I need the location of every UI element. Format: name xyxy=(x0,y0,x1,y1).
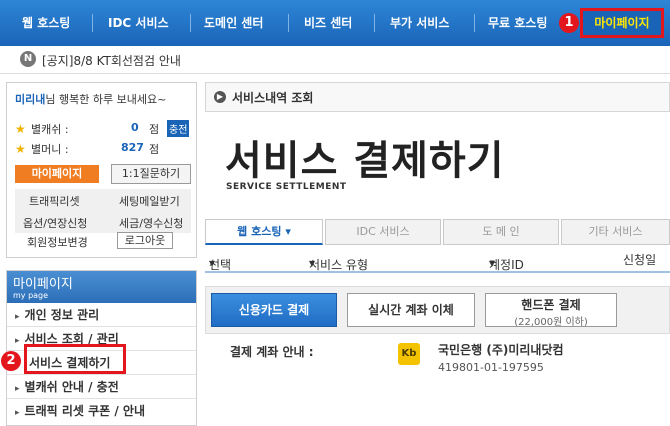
phone-payment-label: 핸드폰 결제 xyxy=(521,298,581,312)
menu-item-label: 트래픽 리셋 쿠폰 / 안내 xyxy=(24,404,145,418)
notice-text[interactable]: [공지]8/8 KT회선점검 안내 xyxy=(42,52,181,69)
nav-addon-service[interactable]: 부가 서비스 xyxy=(390,0,449,46)
mypage-menu-title: 마이페이지 xyxy=(13,277,73,292)
nav-divider xyxy=(474,14,475,32)
page-subtitle: SERVICE SETTLEMENT xyxy=(226,182,347,192)
link-profile-edit[interactable]: 회원정보변경 xyxy=(27,234,88,250)
chevron-down-icon: ▾ xyxy=(285,225,291,238)
breadcrumb: ▶ 서비스내역 조회 xyxy=(205,82,670,112)
star-money-value: 827 xyxy=(121,141,144,154)
account-info-label: 결제 계좌 안내 : xyxy=(230,345,314,359)
chevron-down-icon: ▾ xyxy=(309,256,316,270)
callout-badge-1: 1 xyxy=(559,13,579,33)
play-icon: ▶ xyxy=(214,91,226,103)
quick-links: 트래픽리셋 세팅메일받기 옵션/연장신청 세금/영수신청 xyxy=(15,189,191,233)
menu-item-star-cash[interactable]: ▸ 별캐쉬 안내 / 충전 xyxy=(7,375,196,399)
star-money-unit: 점 xyxy=(149,143,160,156)
callout-badge-2: 2 xyxy=(1,351,21,371)
nav-domain-center[interactable]: 도메인 센터 xyxy=(204,0,263,46)
user-name: 미리내 xyxy=(15,93,46,106)
col-apply-date[interactable]: 신청일 xyxy=(623,251,656,268)
notice-bar: N [공지]8/8 KT회선점검 안내 xyxy=(0,46,670,74)
star-cash-row: ★ 별캐쉬 : 0 점 충전 xyxy=(15,120,195,137)
menu-item-traffic-coupon[interactable]: ▸ 트래픽 리셋 쿠폰 / 안내 xyxy=(7,399,196,423)
payment-options: 신용카드 결제 실시간 계좌 이체 핸드폰 결제 (22,000원 이하) xyxy=(205,286,670,334)
phone-payment-note: (22,000원 이하) xyxy=(514,317,588,328)
breadcrumb-text: 서비스내역 조회 xyxy=(232,91,314,105)
star-cash-value: 0 xyxy=(131,121,139,134)
star-money-label: 별머니 : xyxy=(31,143,69,156)
logout-button[interactable]: 로그아웃 xyxy=(117,232,173,249)
arrow-right-icon: ▸ xyxy=(15,384,20,394)
mypage-menu-subtitle: my page xyxy=(13,291,49,300)
star-cash-label: 별캐쉬 : xyxy=(31,123,69,136)
tab-idc-service[interactable]: IDC 서비스 xyxy=(325,219,441,245)
account-number: 419801-01-197595 xyxy=(438,361,544,374)
star-icon: ★ xyxy=(15,142,26,156)
credit-card-button[interactable]: 신용카드 결제 xyxy=(211,293,337,327)
notice-icon: N xyxy=(20,51,36,67)
tab-web-hosting[interactable]: 웹 호스팅 ▾ xyxy=(205,219,323,245)
menu-item-label: 개인 정보 관리 xyxy=(24,308,100,322)
greeting-text: 님 행복한 하루 보내세요~ xyxy=(45,93,167,106)
highlight-box xyxy=(24,344,126,374)
tab-domain[interactable]: 도 메 인 xyxy=(443,219,559,245)
menu-item-label: 별캐쉬 안내 / 충전 xyxy=(24,380,119,394)
qna-button[interactable]: 1:1질문하기 xyxy=(111,164,191,184)
user-greeting: 미리내님 행복한 하루 보내세요~ xyxy=(15,91,166,107)
star-icon: ★ xyxy=(15,122,26,136)
mypage-menu-header: 마이페이지 my page xyxy=(7,271,196,303)
chevron-down-icon: ▾ xyxy=(209,256,216,270)
menu-item-personal-info[interactable]: ▸ 개인 정보 관리 xyxy=(7,303,196,327)
nav-divider xyxy=(374,14,375,32)
star-money-row: ★ 별머니 : 827 점 xyxy=(15,141,195,157)
nav-free-hosting[interactable]: 무료 호스팅 xyxy=(488,0,547,46)
phone-payment-button[interactable]: 핸드폰 결제 (22,000원 이하) xyxy=(485,293,617,328)
kb-bank-logo-icon: Kb xyxy=(398,343,420,365)
nav-mypage-button[interactable]: 마이페이지 xyxy=(580,8,664,38)
service-tabs: 웹 호스팅 ▾ IDC 서비스 도 메 인 기타 서비스 xyxy=(205,219,670,245)
chevron-down-icon: ▾ xyxy=(489,256,496,270)
mypage-button[interactable]: 마이페이지 xyxy=(15,165,99,183)
link-setting-mail[interactable]: 세팅메일받기 xyxy=(119,193,180,209)
table-header: 선택 ▾ 서비스 유형 ▾ 계정ID ▾ 신청일 xyxy=(205,246,670,273)
nav-divider xyxy=(288,14,289,32)
page-title: 서비스 결제하기 xyxy=(225,138,505,184)
bank-name: 국민은행 (주)미리내닷컴 xyxy=(438,343,564,357)
arrow-right-icon: ▸ xyxy=(15,312,20,322)
nav-idc-service[interactable]: IDC 서비스 xyxy=(108,0,169,46)
bank-transfer-button[interactable]: 실시간 계좌 이체 xyxy=(347,293,475,327)
nav-divider xyxy=(92,14,93,32)
arrow-right-icon: ▸ xyxy=(15,336,20,346)
link-option-extend[interactable]: 옵션/연장신청 xyxy=(23,215,87,231)
charge-button[interactable]: 충전 xyxy=(167,120,190,137)
star-cash-unit: 점 xyxy=(149,123,160,136)
link-tax-receipt[interactable]: 세금/영수신청 xyxy=(119,215,183,231)
link-traffic-reset[interactable]: 트래픽리셋 xyxy=(29,193,80,209)
arrow-right-icon: ▸ xyxy=(15,408,20,418)
tab-other-service[interactable]: 기타 서비스 xyxy=(561,219,670,245)
tab-label: 웹 호스팅 xyxy=(237,225,282,238)
nav-divider xyxy=(190,14,191,32)
nav-web-hosting[interactable]: 웹 호스팅 xyxy=(22,0,70,46)
user-info-box: 미리내님 행복한 하루 보내세요~ ★ 별캐쉬 : 0 점 충전 ★ 별머니 : 8… xyxy=(6,82,197,258)
column-label: 서비스 유형 xyxy=(309,258,369,272)
nav-biz-center[interactable]: 비즈 센터 xyxy=(304,0,352,46)
